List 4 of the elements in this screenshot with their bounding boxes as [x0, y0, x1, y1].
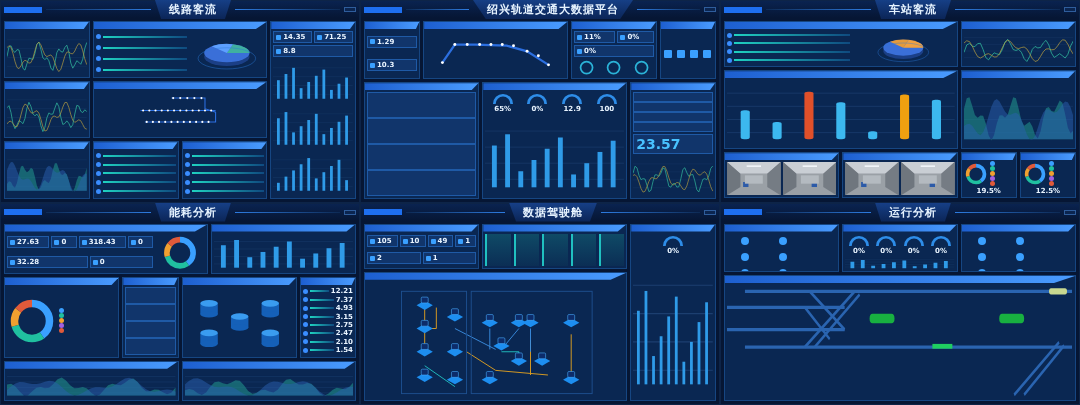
screen-title: 绍兴轨道交通大数据平台 — [473, 0, 633, 19]
screen-title: 车站客流 — [875, 0, 951, 19]
screen-title: 线路客流 — [155, 0, 231, 19]
stat-value: 23.57 — [636, 135, 681, 152]
